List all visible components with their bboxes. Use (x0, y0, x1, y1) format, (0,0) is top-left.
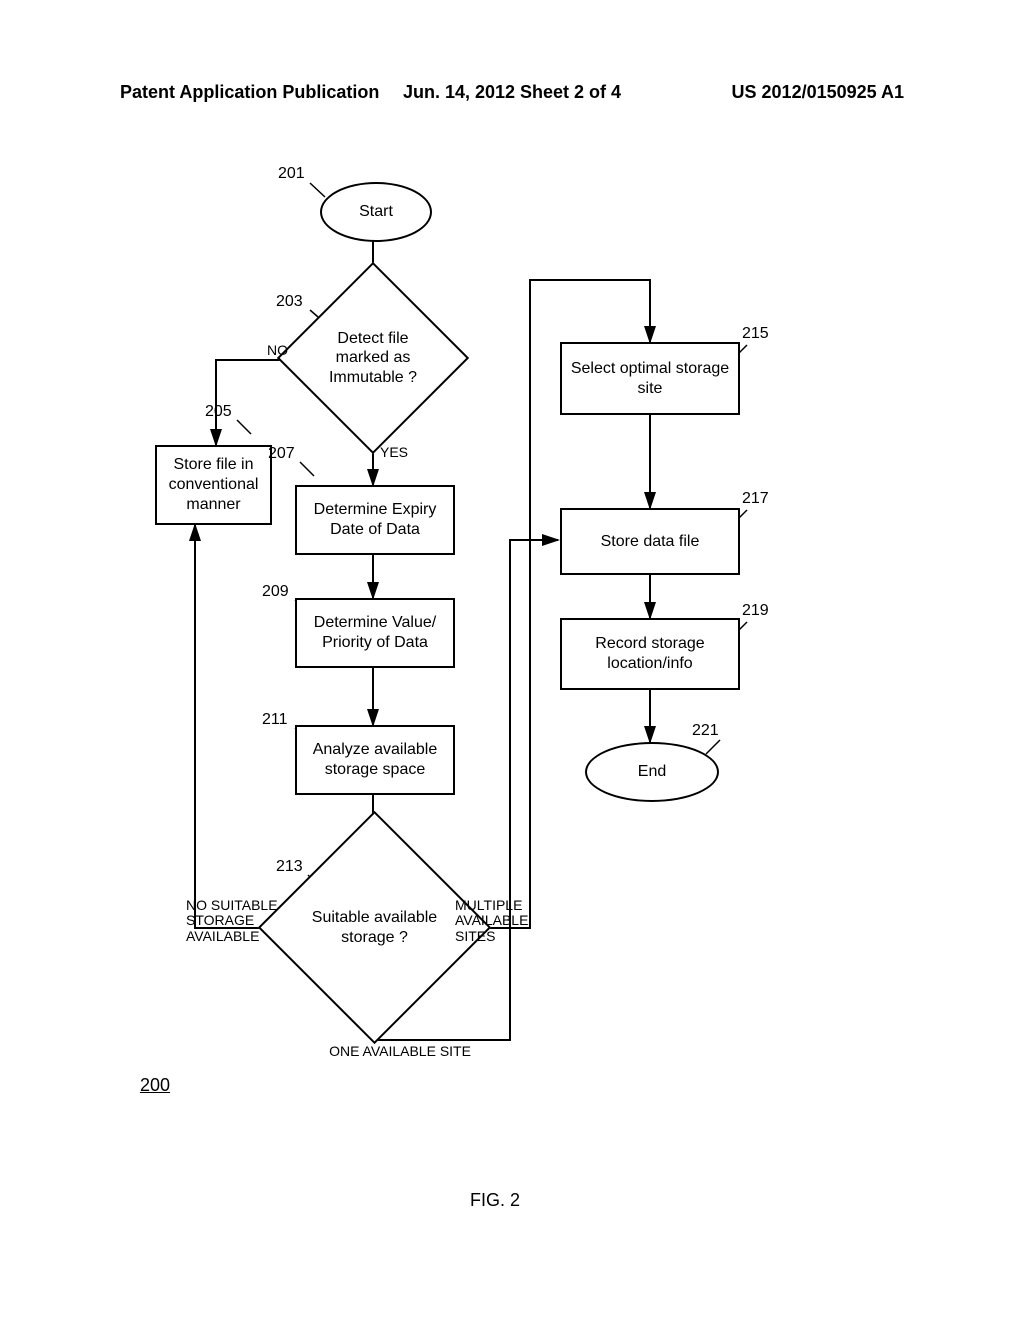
decision-suitable-storage: Suitable available storage ? (292, 845, 457, 1010)
edge-label-no: NO (267, 342, 288, 358)
process-store-conventional: Store file in conventional manner (155, 445, 272, 525)
ref-213: 213 (276, 858, 303, 876)
ref-219: 219 (742, 602, 769, 620)
figure-caption: FIG. 2 (470, 1190, 520, 1211)
ref-201: 201 (278, 165, 305, 183)
decision-detect-immutable-label: Detect file marked as Immutable ? (305, 290, 441, 426)
process-determine-expiry: Determine Expiry Date of Data (295, 485, 455, 555)
terminator-end-label: End (638, 762, 666, 782)
edge-label-yes: YES (380, 444, 408, 460)
process-store-conventional-label: Store file in conventional manner (163, 455, 264, 515)
ref-205: 205 (205, 403, 232, 421)
decision-detect-immutable: Detect file marked as Immutable ? (305, 290, 441, 426)
process-determine-expiry-label: Determine Expiry Date of Data (303, 500, 447, 540)
process-record-info-label: Record storage location/info (568, 634, 732, 674)
edge-label-no-suitable: NO SUITABLE STORAGE AVAILABLE (186, 898, 286, 944)
edge-label-multiple: MULTIPLE AVAILABLE SITES (455, 898, 545, 944)
process-select-optimal: Select optimal storage site (560, 342, 740, 415)
process-analyze-space-label: Analyze available storage space (303, 740, 447, 780)
process-store-data-label: Store data file (601, 532, 700, 552)
ref-207: 207 (268, 445, 295, 463)
process-store-data: Store data file (560, 508, 740, 575)
terminator-start: Start (320, 182, 432, 242)
ref-203: 203 (276, 293, 303, 311)
ref-215: 215 (742, 325, 769, 343)
process-determine-value: Determine Value/ Priority of Data (295, 598, 455, 668)
connectors (0, 0, 1024, 1320)
process-analyze-space: Analyze available storage space (295, 725, 455, 795)
process-determine-value-label: Determine Value/ Priority of Data (303, 613, 447, 653)
process-record-info: Record storage location/info (560, 618, 740, 690)
header-right: US 2012/0150925 A1 (732, 82, 904, 103)
terminator-start-label: Start (359, 202, 393, 222)
ref-211: 211 (262, 711, 288, 729)
ref-209: 209 (262, 583, 289, 601)
figure-ref-number: 200 (140, 1075, 170, 1096)
process-select-optimal-label: Select optimal storage site (568, 359, 732, 399)
ref-221: 221 (692, 722, 719, 740)
terminator-end: End (585, 742, 719, 802)
ref-217: 217 (742, 490, 769, 508)
decision-suitable-storage-label: Suitable available storage ? (292, 845, 457, 1010)
edge-label-one-site: ONE AVAILABLE SITE (310, 1043, 490, 1059)
